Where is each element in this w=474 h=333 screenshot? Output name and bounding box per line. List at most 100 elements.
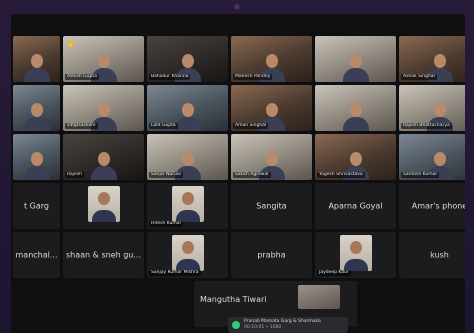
person-head — [97, 103, 110, 117]
participant-tile[interactable] — [315, 85, 396, 131]
participant-video — [342, 52, 369, 82]
person-head — [349, 54, 362, 68]
participant-tile[interactable]: Yogesh Shrivastava — [315, 134, 396, 180]
person-head — [181, 54, 194, 68]
person-head — [265, 103, 278, 117]
participant-photo — [339, 235, 372, 271]
participant-tile[interactable] — [63, 183, 144, 229]
participant-tile[interactable]: Lalit Gupta — [147, 85, 228, 131]
participant-tile[interactable]: Jaydeep Kaur — [315, 232, 396, 278]
participant-name: Mangutha Tiwari — [200, 295, 267, 304]
participant-name: Rajesh Bhattacharya — [401, 123, 452, 129]
participant-tile[interactable]: ✋ Ashish Gupta — [63, 36, 144, 82]
participant-video — [342, 101, 369, 131]
toast-title: Pranab Mamata Garg & Sharmaka — [244, 319, 321, 324]
participant-display-name: prabha — [257, 250, 286, 260]
participant-name: Hitesh Kumar — [149, 221, 184, 227]
participant-name: Ashok Singhal — [401, 74, 437, 80]
participant-tile[interactable]: sdfgtsaskam — [63, 85, 144, 131]
person-head — [181, 241, 194, 254]
person-head — [349, 103, 362, 117]
participant-tile[interactable] — [13, 36, 60, 82]
participant-tile[interactable]: Ashok Singhal — [399, 36, 465, 82]
participant-photo — [171, 235, 204, 271]
participant-tile[interactable]: Amar's phone — [399, 183, 465, 229]
participant-tile[interactable] — [13, 134, 60, 180]
participant-tile[interactable]: Aman Singhal — [231, 85, 312, 131]
person-head — [433, 103, 446, 117]
raised-hand-icon: ✋ — [67, 40, 76, 48]
person-head — [97, 152, 110, 166]
person-head — [349, 241, 362, 254]
person-head — [97, 54, 110, 68]
participant-tile[interactable]: Sanjay Kumar Mishra — [147, 232, 228, 278]
person-head — [433, 54, 446, 68]
participant-display-name: Aparna Goyal — [328, 201, 383, 211]
toast-subtitle: 00:10:01 • 1080 — [244, 325, 282, 330]
participant-name: Rajesh — [65, 172, 85, 178]
participant-tile[interactable]: Rajesh — [63, 134, 144, 180]
participant-display-name: manchal... — [15, 250, 58, 260]
participant-display-name: t Garg — [23, 201, 49, 211]
participant-tile[interactable]: Rajesh Bhattacharya — [399, 85, 465, 131]
person-head — [30, 54, 43, 68]
participant-tile[interactable]: Santosh Kumar — [399, 134, 465, 180]
person-head — [181, 152, 194, 166]
participant-video-thumbnail — [298, 285, 340, 309]
person-head — [30, 103, 43, 117]
participant-tile[interactable]: Hitesh Kumar — [147, 183, 228, 229]
person-head — [265, 152, 278, 166]
participant-name: Aman Singhal — [233, 123, 269, 129]
person-head — [181, 103, 194, 117]
person-head — [181, 192, 194, 205]
participant-name: Santosh Kumar — [401, 172, 440, 178]
participant-tile[interactable] — [315, 36, 396, 82]
participant-name: Sanjay Kumar Mishra — [149, 270, 201, 276]
recording-toast[interactable]: Pranab Mamata Garg & Sharmaka 00:10:01 •… — [228, 317, 348, 333]
person-body — [23, 117, 50, 131]
zoom-meeting-window: ✋ Ashish Gupta Bahadur Khanna Mahesh Pandey… — [11, 14, 465, 333]
participant-video — [23, 52, 50, 82]
participant-tile[interactable] — [13, 85, 60, 131]
person-head — [265, 54, 278, 68]
person-body — [90, 166, 117, 180]
participant-grid: ✋ Ashish Gupta Bahadur Khanna Mahesh Pandey… — [13, 36, 465, 278]
person-body — [23, 166, 50, 180]
person-head — [30, 152, 43, 166]
participant-name: Jaydeep Kaur — [317, 270, 351, 276]
person-head — [97, 192, 110, 205]
participant-name: Lalit Gupta — [149, 123, 178, 129]
participant-name: Yogesh Shrivastava — [317, 172, 365, 178]
person-body — [342, 117, 369, 131]
person-body — [342, 68, 369, 82]
participant-name: Sanjiv Narula — [149, 172, 183, 178]
participant-name: Mahesh Pandey — [233, 74, 273, 80]
participant-name: Ashish Gupta — [65, 74, 99, 80]
participant-tile[interactable]: manchal... — [13, 232, 60, 278]
participant-tile[interactable]: prabha — [231, 232, 312, 278]
participant-name: Satish Agrawal — [233, 172, 271, 178]
participant-display-name: kush — [430, 250, 449, 260]
participant-name: Bahadur Khanna — [149, 74, 191, 80]
participant-display-name: shaan & sneh gu... — [66, 250, 141, 260]
participant-tile[interactable]: Sangita — [231, 183, 312, 229]
participant-name: sdfgtsaskam — [65, 123, 98, 129]
participant-tile[interactable]: t Garg — [13, 183, 60, 229]
participant-video — [23, 101, 50, 131]
status-dot-icon — [232, 321, 240, 329]
person-body — [23, 68, 50, 82]
participant-photo — [171, 186, 204, 222]
person-body — [174, 117, 201, 131]
participant-tile[interactable]: Aparna Goyal — [315, 183, 396, 229]
participant-tile[interactable]: shaan & sneh gu... — [63, 232, 144, 278]
participant-tile[interactable]: Mahesh Pandey — [231, 36, 312, 82]
participant-tile[interactable]: Sanjiv Narula — [147, 134, 228, 180]
participant-video — [90, 150, 117, 180]
participant-tile[interactable]: kush — [399, 232, 465, 278]
participant-display-name: Amar's phone — [411, 201, 465, 211]
person-head — [433, 152, 446, 166]
person-body — [91, 210, 116, 222]
participant-tile[interactable]: Bahadur Khanna — [147, 36, 228, 82]
participant-tile[interactable]: Satish Agrawal — [231, 134, 312, 180]
participant-video — [23, 150, 50, 180]
